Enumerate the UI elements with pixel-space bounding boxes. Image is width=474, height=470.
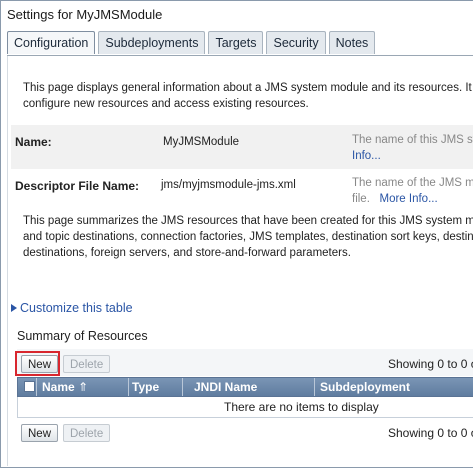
column-type-header[interactable]: Type	[132, 378, 159, 396]
descriptor-value: jms/myjmsmodule-jms.xml	[161, 179, 296, 191]
select-all-checkbox[interactable]	[24, 381, 35, 392]
descriptor-help: The name of the JMS modu file. More Info…	[352, 175, 473, 207]
tab-configuration[interactable]: Configuration	[7, 31, 96, 54]
column-divider	[314, 378, 315, 396]
new-button-bottom[interactable]: New	[21, 424, 59, 442]
name-help: The name of this JMS syste Info...	[352, 132, 473, 164]
column-divider	[36, 378, 37, 396]
more-info-link[interactable]: More Info...	[380, 193, 438, 205]
pagination-status-bottom: Showing 0 to 0 of	[388, 426, 473, 440]
tab-targets[interactable]: Targets	[208, 31, 264, 54]
tab-notes[interactable]: Notes	[328, 31, 376, 54]
pagination-status: Showing 0 to 0 of	[388, 357, 473, 371]
description-line: and topic destinations, connection facto…	[23, 231, 473, 243]
delete-button[interactable]: Delete	[63, 355, 111, 373]
help-text: The name of this JMS syste	[352, 134, 473, 146]
description-line: This page summarizes the JMS resources t…	[23, 215, 473, 227]
intro-line: configure new resources and access exist…	[23, 98, 309, 110]
summary-description: This page summarizes the JMS resources t…	[23, 213, 473, 261]
table-header: Name ⇑ Type JNDI Name Subdeployment	[17, 377, 473, 397]
summary-title: Summary of Resources	[17, 329, 148, 343]
name-value: MyJMSModule	[163, 136, 240, 148]
empty-table-row: There are no items to display	[17, 397, 473, 418]
new-button-highlight	[15, 351, 60, 376]
help-text: The name of the JMS modu	[352, 177, 473, 189]
column-divider	[182, 378, 183, 396]
help-text: file.	[352, 193, 370, 205]
tab-label: Subdeployments	[105, 36, 199, 50]
customize-table-link[interactable]: Customize this table	[11, 301, 133, 315]
delete-button-bottom[interactable]: Delete	[63, 424, 111, 442]
tab-label: Configuration	[14, 36, 89, 50]
tab-security[interactable]: Security	[266, 31, 326, 54]
sort-ascending-icon: ⇑	[78, 380, 89, 394]
tab-bar: Configuration Subdeployments Targets Sec…	[7, 31, 473, 56]
tab-label: Targets	[215, 36, 257, 50]
tab-label: Security	[273, 36, 319, 50]
descriptor-label: Descriptor File Name:	[15, 179, 140, 193]
more-info-link[interactable]: Info...	[352, 148, 473, 164]
tab-subdeployments[interactable]: Subdeployments	[98, 31, 206, 54]
intro-line: This page displays general information a…	[23, 82, 473, 94]
column-label: Name	[42, 380, 75, 394]
customize-link-label: Customize this table	[20, 301, 133, 315]
intro-text: This page displays general information a…	[23, 80, 473, 112]
tab-label: Notes	[335, 36, 369, 50]
description-line: destinations, foreign servers, and store…	[23, 247, 351, 259]
column-jndi-header[interactable]: JNDI Name	[194, 378, 257, 396]
page-title: Settings for MyJMSModule	[7, 7, 163, 22]
empty-message: There are no items to display	[224, 400, 379, 414]
column-name-header[interactable]: Name ⇑	[42, 378, 88, 396]
column-divider	[128, 378, 129, 396]
settings-window: Settings for MyJMSModule Configuration S…	[0, 0, 473, 468]
expand-triangle-icon	[11, 304, 17, 312]
name-label: Name:	[15, 135, 52, 149]
column-subdeployment-header[interactable]: Subdeployment	[320, 378, 410, 396]
